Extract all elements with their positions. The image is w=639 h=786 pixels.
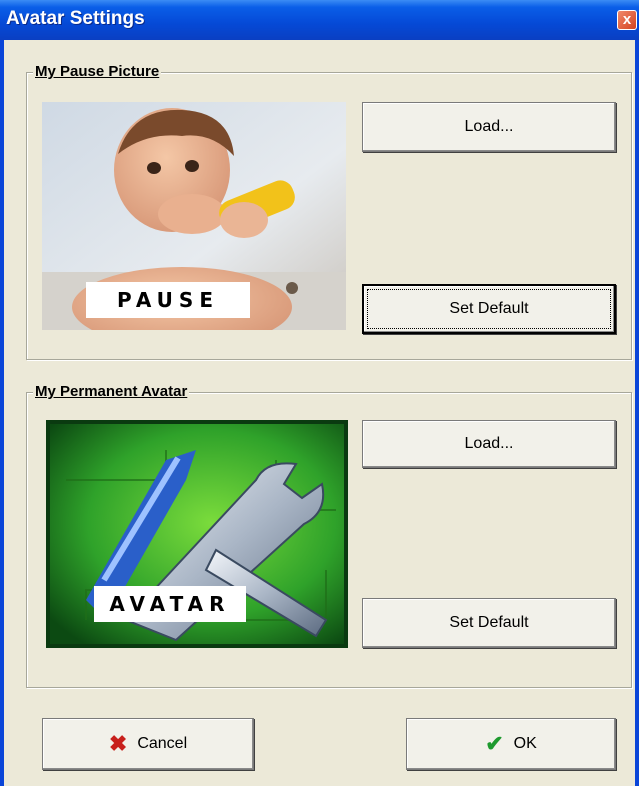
avatar-preview: AVATAR	[46, 420, 348, 648]
cancel-label: Cancel	[137, 735, 188, 752]
red-x-icon: ✖	[108, 731, 128, 756]
avatar-group-legend: My Permanent Avatar	[33, 383, 190, 400]
window-title: Avatar Settings	[6, 8, 145, 29]
focus-ring	[367, 289, 611, 329]
avatar-set-default-button[interactable]: Set Default	[362, 598, 616, 648]
avatar-load-button[interactable]: Load...	[362, 420, 616, 468]
green-check-icon: ✔	[485, 731, 504, 756]
close-button[interactable]: x	[617, 10, 637, 30]
cancel-button[interactable]: ✖ Cancel	[42, 718, 254, 770]
pause-image-label: PAUSE	[86, 282, 250, 318]
title-bar[interactable]: Avatar Settings x	[0, 0, 639, 40]
pause-load-label: Load...	[464, 118, 514, 135]
avatar-settings-dialog: Avatar Settings x My Pause Picture PAUSE…	[0, 0, 639, 786]
avatar-load-label: Load...	[464, 435, 514, 452]
pause-load-button[interactable]: Load...	[362, 102, 616, 152]
pause-group-legend: My Pause Picture	[33, 63, 162, 80]
avatar-image-label: AVATAR	[94, 586, 246, 622]
ok-button[interactable]: ✔ OK	[406, 718, 616, 770]
pause-set-default-button[interactable]: Set Default	[362, 284, 616, 334]
ok-label: OK	[513, 735, 537, 752]
close-icon: x	[622, 11, 632, 28]
avatar-set-default-label: Set Default	[449, 614, 529, 631]
pause-picture-preview: PAUSE	[42, 102, 346, 330]
